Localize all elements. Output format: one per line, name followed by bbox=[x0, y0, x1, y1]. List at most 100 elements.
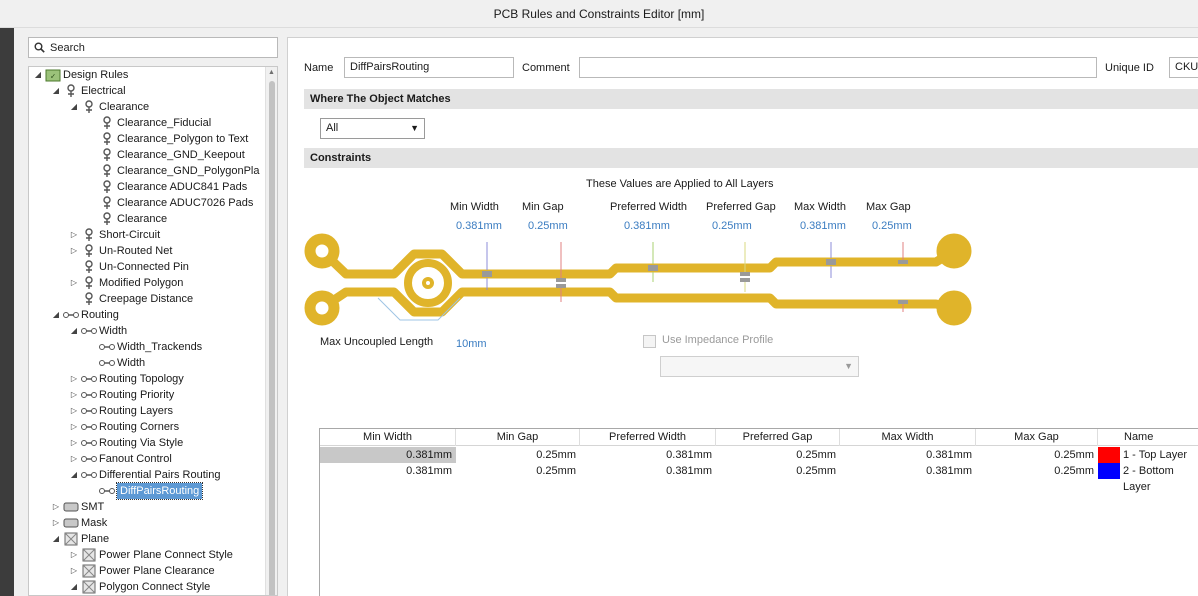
tree-item[interactable]: Clearance_Fiducial bbox=[87, 115, 211, 131]
tree-item[interactable]: ▷ Short-Circuit bbox=[69, 227, 160, 243]
tree-item[interactable]: Clearance_GND_Keepout bbox=[87, 147, 245, 163]
expand-arrow-icon[interactable]: ▷ bbox=[51, 499, 61, 515]
expand-arrow-icon[interactable]: ▷ bbox=[69, 419, 79, 435]
creepage-icon bbox=[81, 292, 97, 306]
tree-item[interactable]: ▷ Routing Topology bbox=[69, 371, 184, 387]
name-label: Name bbox=[304, 62, 334, 74]
expand-arrow-icon[interactable]: ▷ bbox=[69, 403, 79, 419]
clearance-rule-icon bbox=[99, 148, 115, 162]
rule-editor-panel: Name DiffPairsRouting Comment Unique ID … bbox=[287, 37, 1198, 596]
expand-arrow-icon[interactable]: ▷ bbox=[69, 387, 79, 403]
expand-arrow-icon[interactable]: ▷ bbox=[69, 371, 79, 387]
tree-item[interactable]: Width bbox=[87, 355, 145, 371]
tree-item[interactable]: ◢ Clearance bbox=[69, 99, 149, 115]
table-cell[interactable]: 0.25mm bbox=[716, 447, 840, 463]
expand-arrow-icon[interactable]: ▷ bbox=[69, 435, 79, 451]
table-header: Min Width Min Gap Preferred Width Prefer… bbox=[320, 429, 1198, 446]
tree-item[interactable]: ▷ Routing Priority bbox=[69, 387, 174, 403]
expand-arrow-icon[interactable]: ▷ bbox=[69, 563, 79, 579]
expand-arrow-icon[interactable]: ▷ bbox=[51, 515, 61, 531]
tree-item[interactable]: ◢ ✓ Design Rules bbox=[33, 67, 128, 83]
layer-name[interactable]: 2 - Bottom Layer bbox=[1120, 463, 1198, 493]
tree-item[interactable]: Creepage Distance bbox=[69, 291, 193, 307]
electrical-icon bbox=[63, 84, 79, 98]
tree-item[interactable]: ▷ Power Plane Connect Style bbox=[69, 547, 233, 563]
diff-pairs-icon bbox=[81, 468, 97, 482]
tree-item[interactable]: ▷ SMT bbox=[51, 499, 104, 515]
table-cell[interactable]: 0.25mm bbox=[716, 463, 840, 479]
tree-item[interactable]: ◢ Plane bbox=[51, 531, 109, 547]
tree-item[interactable]: ◢ Width bbox=[69, 323, 127, 339]
tree-scroll-thumb[interactable] bbox=[269, 81, 275, 595]
collapse-arrow-icon[interactable]: ◢ bbox=[51, 531, 61, 547]
expand-arrow-icon[interactable]: ▷ bbox=[69, 227, 79, 243]
tree-scrollbar[interactable]: ▲ bbox=[265, 67, 277, 595]
tree-item[interactable]: ◢ Differential Pairs Routing bbox=[69, 467, 221, 483]
table-cell[interactable]: 0.381mm bbox=[580, 463, 716, 479]
tree-item-label: Mask bbox=[81, 517, 108, 529]
tree-item[interactable]: ▷ Modified Polygon bbox=[69, 275, 183, 291]
tree-item[interactable]: Width_Trackends bbox=[87, 339, 202, 355]
search-input[interactable]: Search bbox=[28, 37, 278, 58]
table-cell[interactable]: 0.25mm bbox=[976, 447, 1098, 463]
tree-item[interactable]: Clearance ADUC841 Pads bbox=[87, 179, 247, 195]
expand-arrow-icon[interactable]: ▷ bbox=[69, 243, 79, 259]
scroll-up-icon[interactable]: ▲ bbox=[268, 69, 275, 76]
tree-item-label: Short-Circuit bbox=[99, 229, 161, 241]
table-cell[interactable]: 0.381mm bbox=[840, 447, 976, 463]
collapse-arrow-icon[interactable]: ◢ bbox=[51, 83, 61, 99]
collapse-arrow-icon[interactable]: ◢ bbox=[33, 67, 43, 83]
tree-item[interactable]: Un-Connected Pin bbox=[69, 259, 189, 275]
column-header-max-gap[interactable]: Max Gap bbox=[976, 429, 1098, 446]
match-scope-select[interactable]: All ▼ bbox=[320, 118, 425, 139]
tree-item[interactable]: ◢ Routing bbox=[51, 307, 119, 323]
max-uncoupled-length-value[interactable]: 10mm bbox=[456, 338, 487, 350]
unique-id-field[interactable]: CKUH bbox=[1169, 57, 1198, 78]
column-header-min-gap[interactable]: Min Gap bbox=[456, 429, 580, 446]
table-cell[interactable]: 0.25mm bbox=[456, 447, 580, 463]
tree-item[interactable]: ▷ Mask bbox=[51, 515, 107, 531]
table-cell[interactable]: 0.381mm bbox=[320, 447, 456, 463]
tree-item[interactable]: ▷ Un-Routed Net bbox=[69, 243, 172, 259]
expand-arrow-icon[interactable]: ▷ bbox=[69, 547, 79, 563]
tree-item[interactable]: Clearance ADUC7026 Pads bbox=[87, 195, 253, 211]
layer-name[interactable]: 1 - Top Layer bbox=[1120, 447, 1198, 463]
tree-item-label: Clearance_GND_Keepout bbox=[117, 149, 245, 161]
tree-item[interactable]: Clearance_GND_PolygonPla bbox=[87, 163, 259, 179]
expand-arrow-icon[interactable]: ▷ bbox=[69, 275, 79, 291]
column-header-name[interactable]: Name bbox=[1120, 429, 1198, 446]
tree-item[interactable]: ▷ Fanout Control bbox=[69, 451, 172, 467]
column-header-max-width[interactable]: Max Width bbox=[840, 429, 976, 446]
table-cell[interactable]: 0.25mm bbox=[976, 463, 1098, 479]
collapse-arrow-icon[interactable]: ◢ bbox=[69, 579, 79, 595]
fanout-icon bbox=[81, 452, 97, 466]
tree-item[interactable]: ◢ Polygon Connect Style bbox=[69, 579, 210, 595]
name-field[interactable]: DiffPairsRouting bbox=[344, 57, 514, 78]
collapse-arrow-icon[interactable]: ◢ bbox=[51, 307, 61, 323]
clearance-rule-icon bbox=[99, 180, 115, 194]
tree-item[interactable]: ▷ Power Plane Clearance bbox=[69, 563, 215, 579]
column-header-preferred-gap[interactable]: Preferred Gap bbox=[716, 429, 840, 446]
tree-item[interactable]: DiffPairsRouting bbox=[87, 482, 204, 500]
collapse-arrow-icon[interactable]: ◢ bbox=[69, 99, 79, 115]
collapse-arrow-icon[interactable]: ◢ bbox=[69, 467, 79, 483]
column-header-preferred-width[interactable]: Preferred Width bbox=[580, 429, 716, 446]
table-cell[interactable]: 0.381mm bbox=[840, 463, 976, 479]
column-header-min-width[interactable]: Min Width bbox=[320, 429, 456, 446]
impedance-profile-select[interactable]: ▼ bbox=[660, 356, 859, 377]
table-cell[interactable]: 0.25mm bbox=[456, 463, 580, 479]
tree-item[interactable]: Clearance bbox=[87, 211, 167, 227]
table-cell[interactable]: 0.381mm bbox=[580, 447, 716, 463]
tree-item[interactable]: ▷ Routing Layers bbox=[69, 403, 173, 419]
collapse-arrow-icon[interactable]: ◢ bbox=[69, 323, 79, 339]
use-impedance-profile-checkbox[interactable] bbox=[643, 335, 656, 348]
comment-field[interactable] bbox=[579, 57, 1097, 78]
tree-item[interactable]: ▷ Routing Via Style bbox=[69, 435, 183, 451]
use-impedance-profile-label: Use Impedance Profile bbox=[662, 334, 774, 346]
tree-item[interactable]: ▷ Routing Corners bbox=[69, 419, 179, 435]
tree-item[interactable]: Clearance_Polygon to Text bbox=[87, 131, 248, 147]
expand-arrow-icon[interactable]: ▷ bbox=[69, 451, 79, 467]
tree-item[interactable]: ◢ Electrical bbox=[51, 83, 126, 99]
smt-icon bbox=[63, 500, 79, 514]
table-cell[interactable]: 0.381mm bbox=[320, 463, 456, 479]
